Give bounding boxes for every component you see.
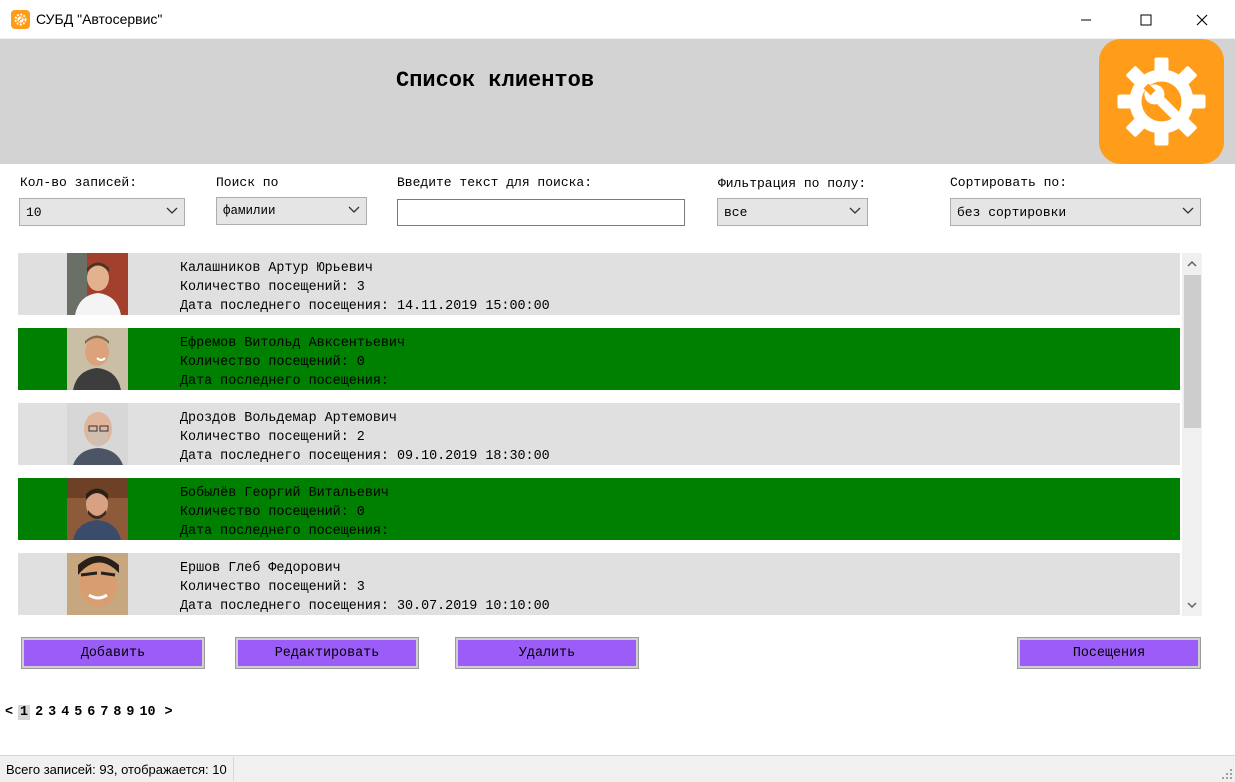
chevron-up-icon xyxy=(1187,260,1197,267)
client-info: Ершов Глеб Федорович Количество посещений… xyxy=(180,559,550,616)
title-bar: СУБД "Автосервис" xyxy=(0,0,1235,39)
search-by-value: фамилии xyxy=(223,204,276,218)
status-bar: Всего записей: 93, отображается: 10 xyxy=(0,755,1235,782)
client-name: Калашников Артур Юрьевич xyxy=(180,261,373,276)
pager-prev[interactable]: < xyxy=(5,705,13,720)
client-photo xyxy=(67,553,128,615)
client-visits-count: Количество посещений: 0 xyxy=(180,505,365,520)
gear-icon xyxy=(1117,57,1206,146)
edit-button[interactable]: Редактировать xyxy=(235,637,419,669)
add-button[interactable]: Добавить xyxy=(21,637,205,669)
client-name: Ефремов Витольд Авксентьевич xyxy=(180,336,405,351)
maximize-button[interactable] xyxy=(1123,0,1169,39)
client-last-visit: Дата последнего посещения: 09.10.2019 18… xyxy=(180,449,550,464)
status-text: Всего записей: 93, отображается: 10 xyxy=(0,757,234,781)
client-card[interactable]: Дроздов Вольдемар Артемович Количество по… xyxy=(18,403,1180,465)
client-info: Бобылёв Георгий Витальевич Количество пос… xyxy=(180,484,389,541)
pager-page[interactable]: 8 xyxy=(113,705,121,720)
client-visits-count: Количество посещений: 2 xyxy=(180,430,365,445)
client-info: Ефремов Витольд Авксентьевич Количество п… xyxy=(180,334,405,391)
clients-list[interactable]: Калашников Артур Юрьевич Количество посещ… xyxy=(18,253,1202,616)
chevron-down-icon xyxy=(1182,207,1194,214)
records-count-value: 10 xyxy=(26,205,42,220)
search-by-select[interactable]: фамилии xyxy=(216,197,367,225)
delete-button[interactable]: Удалить xyxy=(455,637,639,669)
gear-wrench-logo xyxy=(1099,39,1224,164)
sort-label: Сортировать по: xyxy=(950,175,1068,190)
pager-page[interactable]: 5 xyxy=(74,705,82,720)
pager-page[interactable]: 10 xyxy=(139,705,155,720)
scroll-up-button[interactable] xyxy=(1182,255,1202,273)
chevron-down-icon xyxy=(849,207,861,214)
pager-page[interactable]: 1 xyxy=(18,704,31,720)
client-card[interactable]: Бобылёв Георгий Витальевич Количество пос… xyxy=(18,478,1180,540)
window-title: СУБД "Автосервис" xyxy=(36,11,163,27)
header-panel xyxy=(0,39,1235,164)
records-count-select[interactable]: 10 xyxy=(19,198,185,226)
pager-page[interactable]: 4 xyxy=(61,705,69,720)
chevron-down-icon xyxy=(166,207,178,214)
gender-filter-value: все xyxy=(724,205,748,220)
search-input[interactable] xyxy=(397,199,685,226)
pager-page[interactable]: 3 xyxy=(48,705,56,720)
sort-select[interactable]: без сортировки xyxy=(950,198,1201,226)
client-visits-count: Количество посещений: 0 xyxy=(180,355,365,370)
scroll-thumb[interactable] xyxy=(1184,275,1201,428)
resize-grip-icon[interactable] xyxy=(1221,768,1233,780)
pagination: < 1 2 3 4 5 6 7 8 9 10 > xyxy=(5,703,178,721)
visits-button[interactable]: Посещения xyxy=(1017,637,1201,669)
pager-page[interactable]: 7 xyxy=(100,705,108,720)
minimize-button[interactable] xyxy=(1063,0,1109,39)
records-count-label: Кол-во записей: xyxy=(20,175,138,190)
client-last-visit: Дата последнего посещения: xyxy=(180,374,389,389)
scroll-down-button[interactable] xyxy=(1182,596,1202,614)
client-card[interactable]: Ершов Глеб Федорович Количество посещений… xyxy=(18,553,1180,615)
search-by-label: Поиск по xyxy=(216,175,279,190)
close-icon xyxy=(1196,14,1208,25)
gear-wrench-icon xyxy=(11,10,30,29)
client-name: Ершов Глеб Федорович xyxy=(180,561,341,576)
maximize-icon xyxy=(1140,14,1152,25)
client-last-visit: Дата последнего посещения: 14.11.2019 15… xyxy=(180,299,550,314)
client-card[interactable]: Калашников Артур Юрьевич Количество посещ… xyxy=(18,253,1180,315)
search-text-label: Введите текст для поиска: xyxy=(397,175,593,190)
client-name: Бобылёв Георгий Витальевич xyxy=(180,486,389,501)
client-photo xyxy=(67,328,128,390)
pager-next[interactable]: > xyxy=(165,705,173,720)
client-photo xyxy=(67,253,128,315)
client-last-visit: Дата последнего посещения: xyxy=(180,524,389,539)
pager-page[interactable]: 6 xyxy=(87,705,95,720)
client-name: Дроздов Вольдемар Артемович xyxy=(180,411,397,426)
chevron-down-icon xyxy=(348,206,360,213)
pager-page[interactable]: 2 xyxy=(35,705,43,720)
gender-filter-select[interactable]: все xyxy=(717,198,868,226)
client-last-visit: Дата последнего посещения: 30.07.2019 10… xyxy=(180,599,550,614)
client-photo xyxy=(67,403,128,465)
client-visits-count: Количество посещений: 3 xyxy=(180,580,365,595)
close-button[interactable] xyxy=(1179,0,1225,39)
client-photo xyxy=(67,478,128,540)
client-info: Дроздов Вольдемар Артемович Количество по… xyxy=(180,409,550,466)
client-info: Калашников Артур Юрьевич Количество посещ… xyxy=(180,259,550,316)
list-scrollbar[interactable] xyxy=(1182,253,1202,616)
pager-page[interactable]: 9 xyxy=(126,705,134,720)
page-title: Список клиентов xyxy=(396,68,595,93)
sort-value: без сортировки xyxy=(957,205,1067,220)
minimize-icon xyxy=(1081,19,1091,20)
client-card[interactable]: Ефремов Витольд Авксентьевич Количество п… xyxy=(18,328,1180,390)
client-visits-count: Количество посещений: 3 xyxy=(180,280,365,295)
gender-filter-label: Фильтрация по полу: xyxy=(718,176,867,191)
chevron-down-icon xyxy=(1187,602,1197,609)
